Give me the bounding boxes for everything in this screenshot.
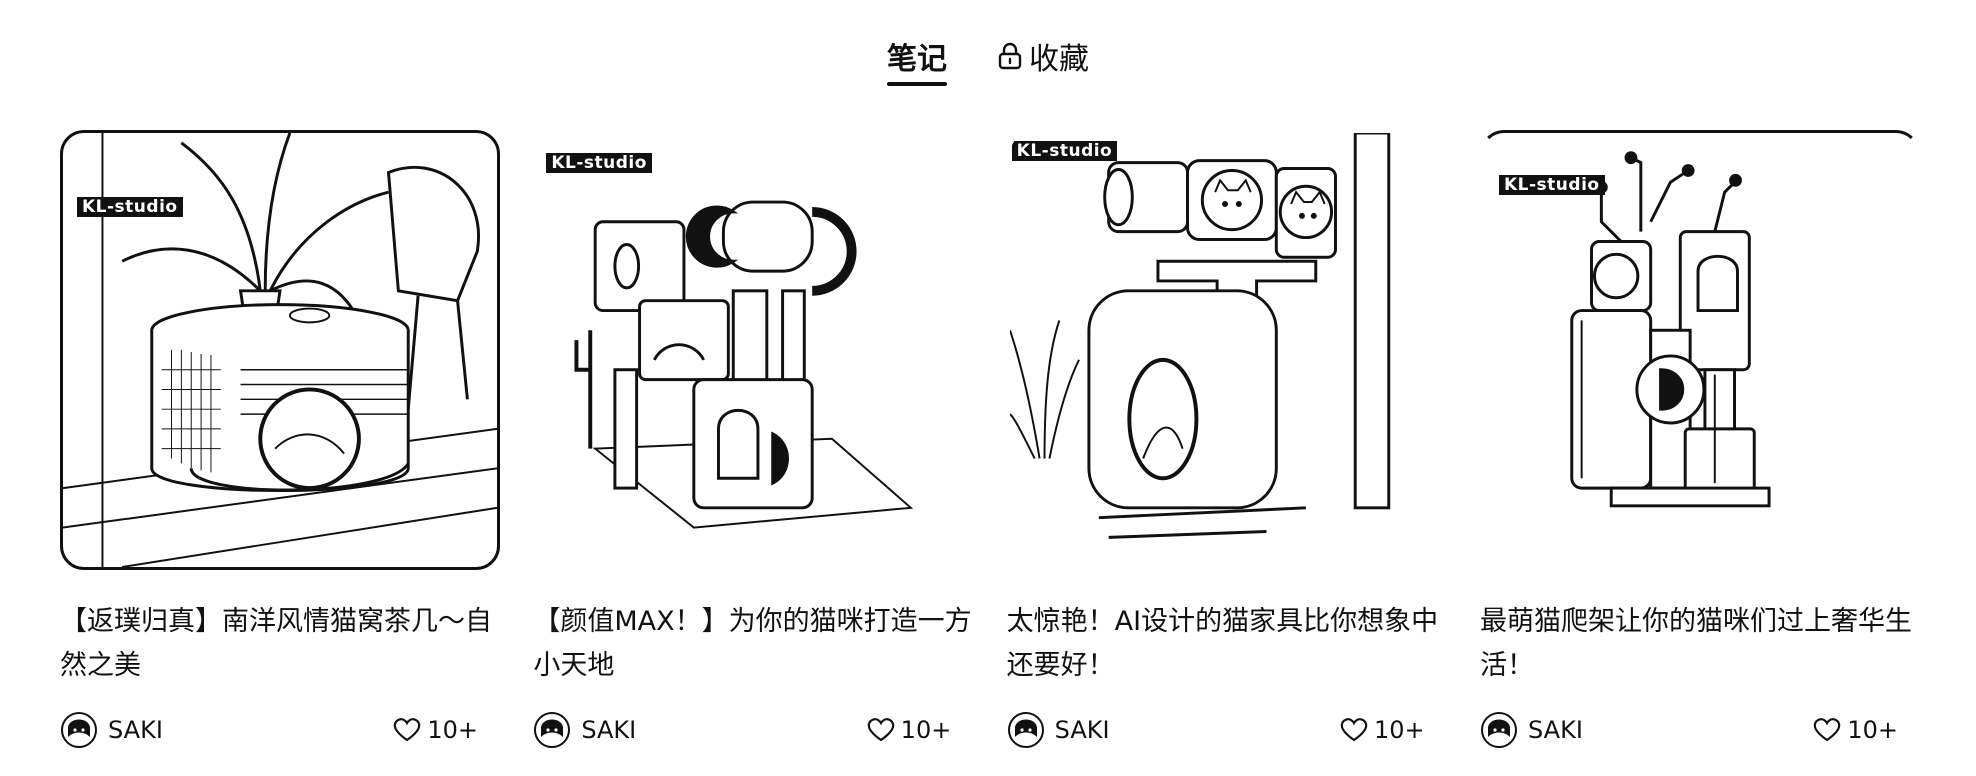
brand-tag: KL-studio xyxy=(546,153,652,173)
notes-grid: KL-studio 【返璞归真】南洋风情猫窝茶几～自然之美 SAKI 10+ K… xyxy=(60,130,1920,750)
tab-collections-label: 收藏 xyxy=(1029,42,1089,77)
brand-tag: KL-studio xyxy=(1498,175,1605,195)
note-cover-image[interactable]: KL-studio xyxy=(1006,130,1447,570)
like-button[interactable]: 10+ xyxy=(1813,716,1920,744)
like-count: 10+ xyxy=(427,716,478,744)
avatar xyxy=(61,712,97,748)
cover-illustration xyxy=(1570,151,1771,508)
author[interactable]: SAKI xyxy=(1480,711,1583,749)
like-button[interactable]: 10+ xyxy=(393,716,500,744)
like-count: 10+ xyxy=(1847,716,1898,744)
author[interactable]: SAKI xyxy=(533,711,636,749)
note-cover-image[interactable]: KL-studio xyxy=(533,130,974,570)
tab-collections[interactable]: 收藏 xyxy=(997,34,1089,78)
like-count: 10+ xyxy=(1374,716,1425,744)
cover-illustration xyxy=(1009,133,1390,539)
brand-tag: KL-studio xyxy=(77,197,183,217)
author[interactable]: SAKI xyxy=(60,711,163,749)
lock-icon xyxy=(998,42,1022,70)
note-cover-image[interactable]: KL-studio xyxy=(1479,130,1920,570)
note-card[interactable]: KL-studio 【颜值MAX！】为你的猫咪打造一方小天地 SAKI 10+ xyxy=(533,130,974,750)
like-button[interactable]: 10+ xyxy=(1340,716,1447,744)
heart-icon xyxy=(394,718,421,742)
note-footer: SAKI 10+ xyxy=(60,710,500,750)
note-title[interactable]: 【颜值MAX！】为你的猫咪打造一方小天地 xyxy=(533,600,973,688)
brand-tag: KL-studio xyxy=(1011,141,1118,161)
like-count: 10+ xyxy=(900,716,952,744)
note-footer: SAKI 10+ xyxy=(533,710,973,750)
note-title[interactable]: 最萌猫爬架让你的猫咪们过上奢华生活！ xyxy=(1480,600,1920,688)
avatar xyxy=(1007,712,1044,748)
author-name: SAKI xyxy=(1527,716,1583,744)
heart-icon xyxy=(1340,718,1368,742)
note-footer: SAKI 10+ xyxy=(1007,710,1447,750)
note-footer: SAKI 10+ xyxy=(1480,710,1920,750)
author-name: SAKI xyxy=(581,716,637,744)
avatar xyxy=(534,712,571,748)
note-card[interactable]: KL-studio 太惊艳！AI设计的猫家具比你想象中还要好！ SAKI 10+ xyxy=(1006,130,1447,750)
cover-illustration xyxy=(574,200,914,529)
profile-tabs: 笔记 收藏 xyxy=(0,34,1976,94)
tab-notes[interactable]: 笔记 xyxy=(887,34,947,86)
author-name: SAKI xyxy=(108,716,163,744)
heart-icon xyxy=(1814,718,1841,742)
note-cover-image[interactable]: KL-studio xyxy=(60,130,500,570)
tab-notes-label: 笔记 xyxy=(887,42,947,77)
note-title[interactable]: 【返璞归真】南洋风情猫窝茶几～自然之美 xyxy=(60,600,500,688)
heart-icon xyxy=(867,718,894,742)
author-name: SAKI xyxy=(1054,716,1110,744)
note-card[interactable]: KL-studio 最萌猫爬架让你的猫咪们过上奢华生活！ SAKI 10+ xyxy=(1479,130,1920,750)
author[interactable]: SAKI xyxy=(1007,711,1110,749)
note-title[interactable]: 太惊艳！AI设计的猫家具比你想象中还要好！ xyxy=(1007,600,1447,688)
note-card[interactable]: KL-studio 【返璞归真】南洋风情猫窝茶几～自然之美 SAKI 10+ xyxy=(60,130,500,750)
like-button[interactable]: 10+ xyxy=(867,716,974,744)
avatar xyxy=(1480,712,1517,748)
